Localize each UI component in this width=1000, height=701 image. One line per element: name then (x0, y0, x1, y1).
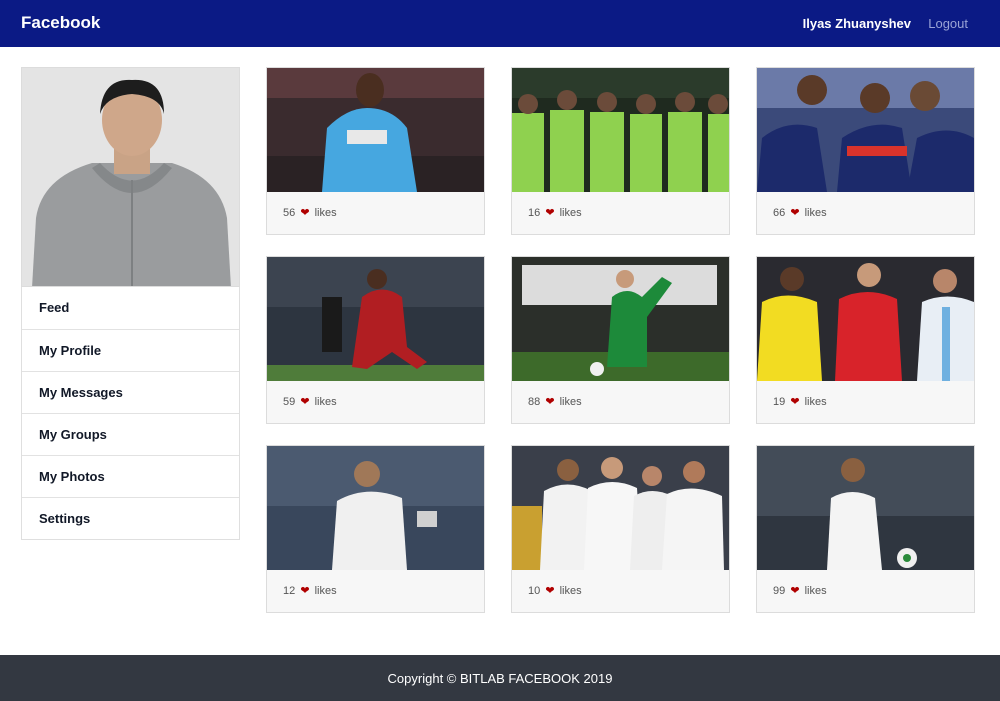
likes-count: 12 (283, 585, 296, 597)
sidebar-menu: Feed My Profile My Messages My Groups My… (21, 287, 240, 540)
likes-label: likes (559, 396, 582, 408)
heart-icon[interactable]: ❤ (300, 207, 309, 219)
brand-logo[interactable]: Facebook (21, 13, 100, 33)
post-card: 99 ❤ likes (756, 445, 975, 613)
likes-label: likes (804, 207, 827, 219)
heart-icon[interactable]: ❤ (300, 396, 309, 408)
heart-icon[interactable]: ❤ (300, 585, 309, 597)
post-card: 16 ❤ likes (511, 67, 730, 235)
top-navbar: Facebook Ilyas Zhuanyshev Logout (0, 0, 1000, 47)
heart-icon[interactable]: ❤ (545, 396, 554, 408)
likes-count: 88 (528, 396, 541, 408)
profile-photo (21, 67, 240, 287)
sidebar-item-my-messages[interactable]: My Messages (22, 371, 239, 413)
post-likes: 12 ❤ likes (267, 570, 484, 612)
post-photo[interactable] (757, 68, 974, 192)
likes-count: 10 (528, 585, 541, 597)
likes-count: 99 (773, 585, 786, 597)
sidebar-item-my-profile[interactable]: My Profile (22, 329, 239, 371)
copyright-text: Copyright © BITLAB FACEBOOK 2019 (387, 671, 613, 686)
post-card: 56 ❤ likes (266, 67, 485, 235)
post-likes: 88 ❤ likes (512, 381, 729, 423)
sidebar-item-feed[interactable]: Feed (22, 287, 239, 329)
likes-count: 66 (773, 207, 786, 219)
post-likes: 66 ❤ likes (757, 192, 974, 234)
post-likes: 99 ❤ likes (757, 570, 974, 612)
post-photo[interactable] (267, 257, 484, 381)
post-card: 12 ❤ likes (266, 445, 485, 613)
post-photo[interactable] (512, 68, 729, 192)
post-photo[interactable] (512, 446, 729, 570)
page-footer: Copyright © BITLAB FACEBOOK 2019 (0, 655, 1000, 701)
likes-label: likes (314, 396, 337, 408)
heart-icon[interactable]: ❤ (790, 585, 799, 597)
heart-icon[interactable]: ❤ (790, 396, 799, 408)
post-card: 19 ❤ likes (756, 256, 975, 424)
likes-label: likes (314, 585, 337, 597)
post-likes: 56 ❤ likes (267, 192, 484, 234)
likes-label: likes (804, 585, 827, 597)
post-photo[interactable] (267, 68, 484, 192)
post-likes: 10 ❤ likes (512, 570, 729, 612)
post-photo[interactable] (267, 446, 484, 570)
post-card: 88 ❤ likes (511, 256, 730, 424)
post-likes: 16 ❤ likes (512, 192, 729, 234)
post-card: 10 ❤ likes (511, 445, 730, 613)
post-likes: 19 ❤ likes (757, 381, 974, 423)
likes-count: 56 (283, 207, 296, 219)
sidebar-item-settings[interactable]: Settings (22, 497, 239, 539)
post-photo[interactable] (757, 446, 974, 570)
sidebar-item-my-groups[interactable]: My Groups (22, 413, 239, 455)
likes-label: likes (314, 207, 337, 219)
sidebar-item-my-photos[interactable]: My Photos (22, 455, 239, 497)
heart-icon[interactable]: ❤ (545, 207, 554, 219)
post-card: 59 ❤ likes (266, 256, 485, 424)
post-likes: 59 ❤ likes (267, 381, 484, 423)
likes-label: likes (559, 207, 582, 219)
likes-count: 19 (773, 396, 786, 408)
user-name-link[interactable]: Ilyas Zhuanyshev (803, 16, 911, 31)
post-photo[interactable] (512, 257, 729, 381)
logout-link[interactable]: Logout (928, 16, 968, 31)
likes-count: 59 (283, 396, 296, 408)
heart-icon[interactable]: ❤ (545, 585, 554, 597)
post-card: 66 ❤ likes (756, 67, 975, 235)
likes-label: likes (559, 585, 582, 597)
heart-icon[interactable]: ❤ (790, 207, 799, 219)
likes-count: 16 (528, 207, 541, 219)
likes-label: likes (804, 396, 827, 408)
post-photo[interactable] (757, 257, 974, 381)
